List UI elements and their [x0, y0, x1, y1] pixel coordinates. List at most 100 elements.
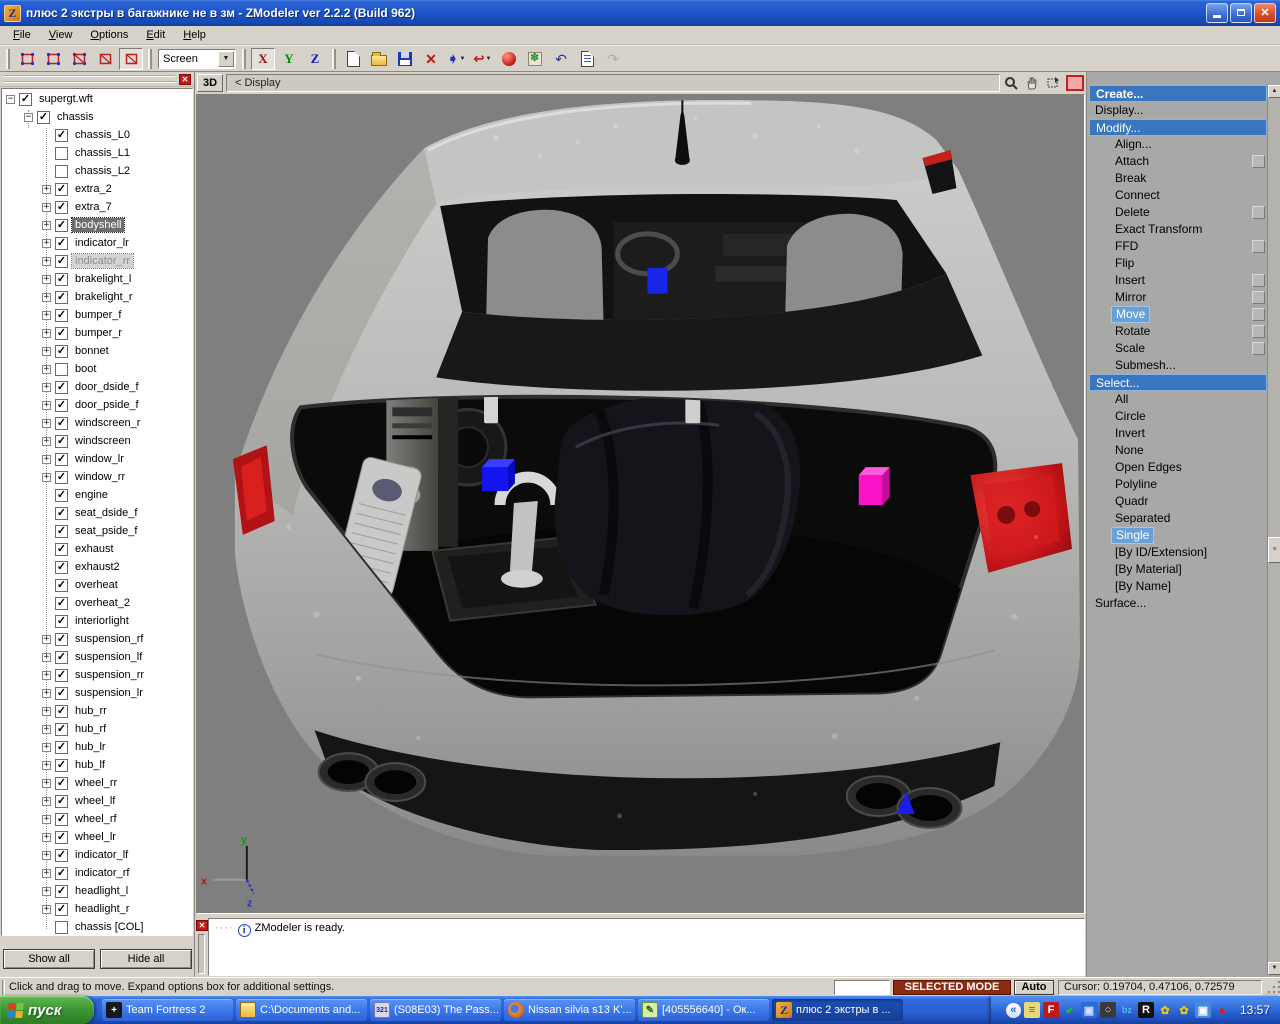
- expand-icon[interactable]: +: [42, 689, 51, 698]
- edges-mode-button[interactable]: [41, 48, 65, 70]
- tree-item-hub-rr[interactable]: +✓hub_rr: [2, 702, 192, 720]
- tree-item-bumper-r[interactable]: +✓bumper_r: [2, 324, 192, 342]
- taskbar-task-media[interactable]: 321(S08E03) The Pass...: [370, 999, 501, 1021]
- visibility-checkbox[interactable]: ✓: [55, 219, 68, 232]
- undo-button[interactable]: ↶: [549, 48, 573, 70]
- tree-item-exhaust2[interactable]: ✓exhaust2: [2, 558, 192, 576]
- option-box[interactable]: [1252, 155, 1265, 168]
- visibility-checkbox[interactable]: ✓: [55, 741, 68, 754]
- collapse-chevron-icon[interactable]: «: [1006, 1003, 1021, 1018]
- tree-item-windscreen[interactable]: +✓windscreen: [2, 432, 192, 450]
- expand-icon[interactable]: +: [42, 833, 51, 842]
- command-scale[interactable]: Scale: [1089, 340, 1267, 357]
- command-none[interactable]: None: [1089, 442, 1267, 459]
- tree-item-chassis-l0[interactable]: ✓chassis_L0: [2, 126, 192, 144]
- command-create[interactable]: Create...: [1089, 85, 1267, 102]
- surfaces-mode-button[interactable]: [93, 48, 117, 70]
- command-modify[interactable]: Modify...: [1089, 119, 1267, 136]
- command-select[interactable]: Select...: [1089, 374, 1267, 391]
- command-separated[interactable]: Separated: [1089, 510, 1267, 527]
- close-button[interactable]: ✕: [1254, 3, 1276, 23]
- visibility-checkbox[interactable]: ✓: [55, 831, 68, 844]
- zoom-icon[interactable]: [1001, 74, 1021, 92]
- command-exact-transform[interactable]: Exact Transform: [1089, 221, 1267, 238]
- tree-item-wheel-rr[interactable]: +✓wheel_rr: [2, 774, 192, 792]
- command-quadr[interactable]: Quadr: [1089, 493, 1267, 510]
- visibility-checkbox[interactable]: ✓: [55, 237, 68, 250]
- visibility-checkbox[interactable]: ✓: [55, 255, 68, 268]
- command-break[interactable]: Break: [1089, 170, 1267, 187]
- steam-icon[interactable]: ○: [1100, 1002, 1116, 1018]
- visibility-checkbox[interactable]: ✓: [55, 777, 68, 790]
- hide-all-button[interactable]: Hide all: [100, 949, 192, 969]
- visibility-checkbox[interactable]: ✓: [55, 867, 68, 880]
- command-flip[interactable]: Flip: [1089, 255, 1267, 272]
- visibility-checkbox[interactable]: [55, 147, 68, 160]
- command-submesh[interactable]: Submesh...: [1089, 357, 1267, 374]
- display-icon[interactable]: ▣: [1195, 1002, 1211, 1018]
- tree-item-brakelight-r[interactable]: +✓brakelight_r: [2, 288, 192, 306]
- ffu-icon[interactable]: F: [1043, 1002, 1059, 1018]
- visibility-checkbox[interactable]: ✓: [55, 507, 68, 520]
- tree-item-boot[interactable]: +boot: [2, 360, 192, 378]
- tree-item-indicator-rr[interactable]: +✓indicator_rr: [2, 252, 192, 270]
- visibility-checkbox[interactable]: ✓: [55, 201, 68, 214]
- menu-file[interactable]: File: [4, 27, 40, 43]
- collapse-icon[interactable]: −: [6, 95, 15, 104]
- visibility-checkbox[interactable]: ✓: [55, 579, 68, 592]
- expand-icon[interactable]: +: [42, 257, 51, 266]
- visibility-checkbox[interactable]: ✓: [55, 543, 68, 556]
- visibility-checkbox[interactable]: ✓: [55, 705, 68, 718]
- visibility-checkbox[interactable]: ✓: [55, 633, 68, 646]
- visibility-checkbox[interactable]: ✓: [55, 561, 68, 574]
- tree-item-indicator-lf[interactable]: +✓indicator_lf: [2, 846, 192, 864]
- command-by-material[interactable]: [By Material]: [1089, 561, 1267, 578]
- expand-icon[interactable]: +: [42, 347, 51, 356]
- tree-item-seat-pside-f[interactable]: ✓seat_pside_f: [2, 522, 192, 540]
- visibility-checkbox[interactable]: ✓: [55, 597, 68, 610]
- objects-mode-button[interactable]: [119, 48, 143, 70]
- visibility-checkbox[interactable]: ✓: [55, 795, 68, 808]
- visibility-checkbox[interactable]: ✓: [55, 327, 68, 340]
- command-polyline[interactable]: Polyline: [1089, 476, 1267, 493]
- visibility-checkbox[interactable]: ✓: [55, 489, 68, 502]
- command-by-id-extension[interactable]: [By ID/Extension]: [1089, 544, 1267, 561]
- tree-item-headlight-l[interactable]: +✓headlight_l: [2, 882, 192, 900]
- minimize-button[interactable]: [1206, 3, 1228, 23]
- visibility-checkbox[interactable]: ✓: [55, 669, 68, 682]
- expand-icon[interactable]: +: [42, 311, 51, 320]
- orbit-icon[interactable]: [1043, 74, 1063, 92]
- visibility-checkbox[interactable]: ✓: [55, 399, 68, 412]
- chevron-down-icon[interactable]: ▼: [218, 51, 234, 67]
- command-connect[interactable]: Connect: [1089, 187, 1267, 204]
- expand-icon[interactable]: +: [42, 743, 51, 752]
- visibility-checkbox[interactable]: ✓: [55, 273, 68, 286]
- expand-icon[interactable]: +: [42, 455, 51, 464]
- visibility-checkbox[interactable]: ✓: [55, 435, 68, 448]
- save-file-button[interactable]: [393, 48, 417, 70]
- expand-icon[interactable]: +: [42, 275, 51, 284]
- restore-button[interactable]: [1230, 3, 1252, 23]
- scroll-up-icon[interactable]: ▲: [1268, 85, 1280, 98]
- expand-icon[interactable]: +: [42, 851, 51, 860]
- expand-icon[interactable]: +: [42, 185, 51, 194]
- tree-item-door-dside-f[interactable]: +✓door_dside_f: [2, 378, 192, 396]
- visibility-checkbox[interactable]: ✓: [55, 813, 68, 826]
- import-button[interactable]: ↩▼: [471, 48, 495, 70]
- option-box[interactable]: [1252, 291, 1265, 304]
- tree-item-extra-7[interactable]: +✓extra_7: [2, 198, 192, 216]
- menu-view[interactable]: View: [40, 27, 82, 43]
- tree-item-interiorlight[interactable]: ✓interiorlight: [2, 612, 192, 630]
- option-box[interactable]: [1252, 206, 1265, 219]
- tree-item-supergt-wft[interactable]: −✓supergt.wft: [2, 90, 192, 108]
- tree-item-suspension-lf[interactable]: +✓suspension_lf: [2, 648, 192, 666]
- expand-icon[interactable]: +: [42, 761, 51, 770]
- maximize-viewport-button[interactable]: [1066, 75, 1084, 91]
- show-all-button[interactable]: Show all: [3, 949, 95, 969]
- expand-icon[interactable]: +: [42, 869, 51, 878]
- tree-item-hub-rf[interactable]: +✓hub_rf: [2, 720, 192, 738]
- collapse-icon[interactable]: −: [24, 113, 33, 122]
- bz-icon[interactable]: bz: [1119, 1002, 1135, 1018]
- expand-icon[interactable]: +: [42, 815, 51, 824]
- tree-item-headlight-r[interactable]: +✓headlight_r: [2, 900, 192, 918]
